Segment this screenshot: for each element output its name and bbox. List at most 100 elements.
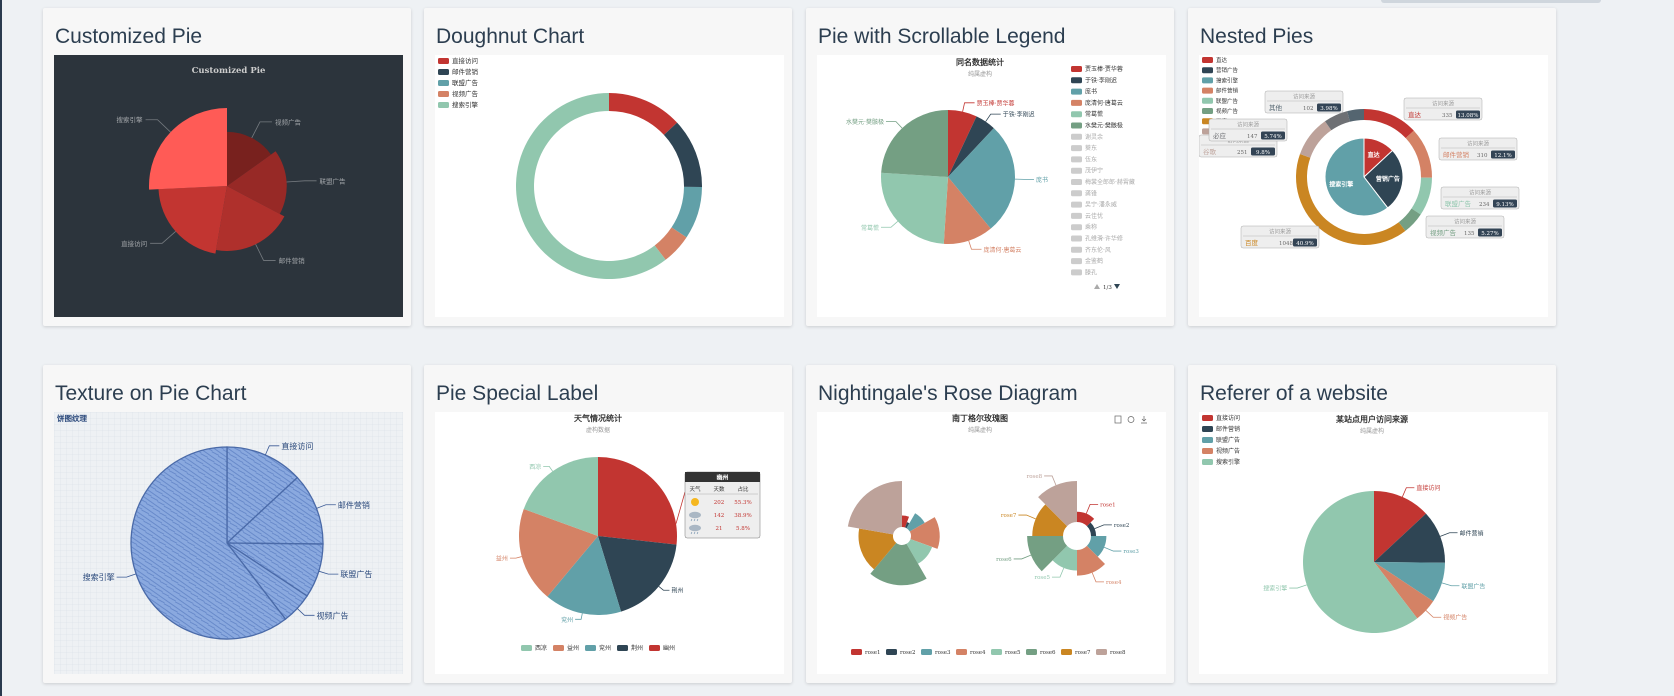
label-name: 视频广告 bbox=[1430, 228, 1457, 237]
label-value: 147 bbox=[1247, 134, 1258, 140]
chart-area[interactable]: 天气情况统计 虚构数据 荆州 兖州 益州 西凉 幽州 天气 天数 占比 202 55.3% 142 38.… bbox=[435, 412, 784, 674]
pie-slice bbox=[598, 457, 677, 545]
chart-svg: 直接访问邮件营销联盟广告视频广告搜索引擎 bbox=[438, 56, 702, 279]
chart-title: 南丁格尔玫瑰图 bbox=[952, 413, 1008, 423]
chart-title: Customized Pie bbox=[192, 66, 266, 76]
legend-swatch bbox=[617, 645, 628, 651]
label-pct: 9.8% bbox=[1256, 150, 1270, 156]
label-heading: 访问来源 bbox=[1237, 121, 1260, 129]
legend-swatch bbox=[438, 80, 449, 86]
slice-label: 邮件营销 bbox=[338, 500, 370, 510]
row-days: 202 bbox=[714, 500, 725, 506]
inner-label: 直达 bbox=[1368, 151, 1380, 159]
rich-label: 访问来源邮件营销 310 12.1% bbox=[1438, 137, 1518, 161]
legend-label: 水樊元·樊骸极 bbox=[1085, 122, 1123, 130]
legend-label: 直接访问 bbox=[452, 56, 478, 65]
label-heading: 访问来源 bbox=[1454, 218, 1477, 226]
legend-swatch bbox=[1071, 88, 1082, 95]
legend-label: 伍东 bbox=[1085, 155, 1097, 163]
donut-slice bbox=[516, 93, 666, 279]
chart-card[interactable]: Pie Special Label 天气情况统计 虚构数据 荆州 兖州 益州 西凉 幽州 天气天… bbox=[424, 365, 792, 683]
chart-title: 同名数据统计 bbox=[956, 57, 1004, 67]
save-icon[interactable] bbox=[1141, 416, 1147, 424]
label-pct: 3.98% bbox=[1320, 106, 1337, 112]
legend-label: 庞书 bbox=[1085, 88, 1097, 96]
row-days: 142 bbox=[714, 513, 725, 519]
label-line bbox=[985, 113, 1001, 122]
chart-area[interactable]: Customized Pie 视频广告 联盟广告 邮件营销 直接访问 搜索引擎 bbox=[54, 55, 403, 317]
legend-swatch bbox=[1202, 77, 1213, 84]
restore-icon[interactable] bbox=[1127, 416, 1135, 423]
legend-label: 联盟广告 bbox=[452, 78, 479, 87]
chart-subtitle: 纯属虚构 bbox=[968, 70, 992, 78]
chart-card[interactable]: Referer of a website 直接访问 邮件营销 联盟广告 视频广告 搜索引擎… bbox=[1188, 365, 1556, 683]
label-name: 百度 bbox=[1245, 238, 1259, 247]
label-name: 邮件营销 bbox=[1443, 150, 1470, 159]
petal-label: rose2 bbox=[1114, 523, 1130, 529]
legend-label: 搜索引擎 bbox=[1216, 76, 1239, 84]
chart-area[interactable]: 直接访问 邮件营销 联盟广告 视频广告 搜索引擎 某站点用户访问来源 纯属虚构 直接访问 邮件营… bbox=[1199, 412, 1548, 674]
chart-area[interactable]: 饼图纹理 直接访问 邮件营销 联盟广告 视频广告 搜索引擎 bbox=[54, 412, 403, 674]
page-down-icon bbox=[1114, 284, 1120, 289]
legend-swatch bbox=[991, 649, 1002, 655]
data-view-icon[interactable] bbox=[1114, 415, 1122, 424]
label-line bbox=[1085, 503, 1099, 514]
chart-card[interactable]: Nested Pies直达营销广告搜索引擎邮件营销联盟广告视频广告百度谷歌必应其… bbox=[1188, 8, 1556, 326]
legend-swatch bbox=[521, 645, 532, 651]
label-line bbox=[1091, 572, 1104, 583]
label-line bbox=[1018, 514, 1036, 520]
label-line bbox=[1051, 567, 1065, 578]
chart-svg: 南丁格尔玫瑰图纯属虚构 rose1 rose2 rose3 rose4 rose5 rose… bbox=[847, 413, 1147, 656]
legend-label: 常葛慌 bbox=[1085, 110, 1103, 118]
legend-swatch bbox=[1071, 122, 1082, 129]
label-value: 234 bbox=[1479, 202, 1490, 208]
chart-card[interactable]: Customized Pie Customized Pie 视频广告 联盟广告 邮件营销… bbox=[43, 8, 411, 326]
donut-slice bbox=[671, 186, 702, 238]
chart-area[interactable]: 南丁格尔玫瑰图 纯属虚构 rose1 rose2 rose3 rose4 rose5 rose… bbox=[817, 412, 1166, 674]
chart-title: 天气情况统计 bbox=[574, 413, 622, 423]
legend-label: 齐东伦·风 bbox=[1085, 246, 1111, 254]
chart-area[interactable]: 直达营销广告搜索引擎邮件营销联盟广告视频广告百度谷歌必应其他直达营销广告搜索引擎… bbox=[1199, 55, 1548, 317]
chart-card[interactable]: Texture on Pie Chart 饼图纹理 直接访问 邮件营销 联盟广告 视频广告… bbox=[43, 365, 411, 683]
rich-label: 访问来源直达 335 13.08% bbox=[1403, 97, 1483, 121]
legend-label: 龚锋 bbox=[1085, 189, 1097, 197]
chart-card[interactable]: Doughnut Chart 直接访问 邮件营销 联盟广告 视频广告 搜索引擎 bbox=[424, 8, 792, 326]
label-value: 1048 bbox=[1279, 241, 1293, 247]
chart-area[interactable]: 直接访问 邮件营销 联盟广告 视频广告 搜索引擎 bbox=[435, 55, 784, 317]
outer-slice bbox=[1411, 177, 1432, 215]
legend-label: 乘称 bbox=[1085, 223, 1097, 231]
legend-swatch bbox=[1071, 133, 1082, 140]
chart-svg: 直达营销广告搜索引擎邮件营销联盟广告视频广告百度谷歌必应其他直达营销广告搜索引擎… bbox=[1199, 56, 1520, 249]
slice-label: 庞清何·唐葛云 bbox=[983, 246, 1021, 254]
chart-card[interactable]: Pie with Scrollable Legend 同名数据统计 纯属虚构 贾玉棒·… bbox=[806, 8, 1174, 326]
legend-swatch bbox=[1071, 246, 1082, 253]
legend-swatch bbox=[1202, 437, 1213, 443]
top-scroll-indicator bbox=[1381, 0, 1601, 3]
slice-label: 联盟广告 bbox=[1461, 582, 1485, 590]
legend-label: rose5 bbox=[1005, 650, 1021, 656]
legend-label: 荆州 bbox=[631, 644, 643, 652]
label-line bbox=[1094, 524, 1112, 530]
chart-subtitle: 纯属虚构 bbox=[968, 426, 992, 434]
rich-label: 访问来源联盟广告 234 9.13% bbox=[1440, 186, 1520, 210]
label-line bbox=[658, 586, 670, 591]
chart-svg: 饼图纹理直接访问邮件营销联盟广告视频广告 搜索引擎 bbox=[54, 412, 403, 674]
row-days: 21 bbox=[716, 526, 723, 532]
legend-label: 西凉 bbox=[535, 644, 547, 652]
label-value: 310 bbox=[1477, 153, 1488, 159]
legend-label: 视频广告 bbox=[1216, 107, 1239, 115]
chart-area[interactable]: 同名数据统计 纯属虚构 贾玉棒·贾华蓉 于铁·李刚迟 庞书 庞清何·唐葛云 常葛慌 水樊元·樊… bbox=[817, 55, 1166, 317]
page-up-icon bbox=[1094, 284, 1100, 289]
legend-swatch bbox=[1202, 108, 1213, 114]
chart-card[interactable]: Nightingale's Rose Diagram 南丁格尔玫瑰图 纯属虚构 ros… bbox=[806, 365, 1174, 683]
legend-swatch bbox=[1202, 426, 1213, 432]
legend-swatch bbox=[1071, 145, 1082, 152]
legend-swatch bbox=[1061, 649, 1072, 655]
label-line bbox=[968, 240, 982, 250]
legend-swatch bbox=[1071, 235, 1082, 242]
left-edge-bar bbox=[0, 0, 2, 696]
label-line bbox=[962, 102, 975, 112]
outer-slice bbox=[1299, 121, 1332, 158]
label-heading: 访问来源 bbox=[1467, 140, 1490, 148]
petal-label: rose1 bbox=[1100, 502, 1116, 508]
